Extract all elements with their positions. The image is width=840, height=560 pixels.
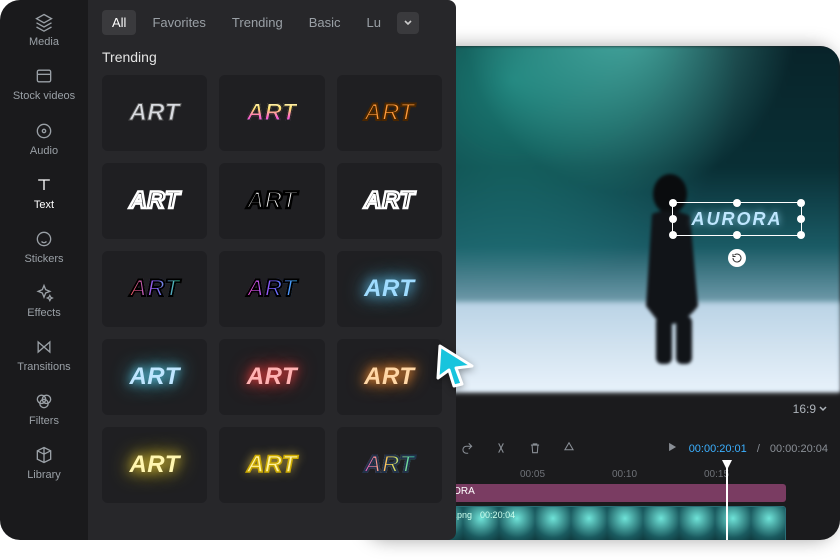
- text-style-swatch[interactable]: ART: [219, 75, 324, 151]
- text-icon: [34, 175, 54, 195]
- rotate-handle[interactable]: [728, 249, 746, 267]
- sidebar-item-label: Library: [27, 469, 61, 481]
- chevron-down-icon: [403, 18, 413, 28]
- sidebar-item-stock-videos[interactable]: Stock videos: [4, 56, 84, 111]
- split-button[interactable]: [494, 441, 508, 460]
- text-style-swatch[interactable]: ART: [337, 251, 442, 327]
- sidebar-item-label: Media: [29, 36, 59, 48]
- timeline-playhead[interactable]: [726, 462, 728, 540]
- sidebar-item-label: Text: [34, 199, 54, 211]
- text-style-swatch[interactable]: ART: [337, 75, 442, 151]
- text-overlay-bbox[interactable]: AURORA: [672, 202, 802, 236]
- timeline-video-clip[interactable]: Photo.png 00:20:04: [426, 506, 786, 540]
- layers-icon: [34, 12, 54, 32]
- timecode-sep: /: [757, 443, 760, 455]
- timeline-video-clip-duration: 00:20:04: [480, 510, 515, 520]
- text-style-swatch[interactable]: ART: [219, 427, 324, 503]
- text-style-swatch[interactable]: ART: [219, 339, 324, 415]
- sticker-icon: [34, 229, 54, 249]
- play-button[interactable]: [665, 440, 679, 457]
- sidebar-item-audio[interactable]: Audio: [4, 111, 84, 165]
- text-style-swatch[interactable]: ART: [102, 427, 207, 503]
- marker-button[interactable]: [562, 441, 576, 460]
- style-grid: ART ART ART ART ART ART ART ART ART ART …: [102, 75, 442, 503]
- resize-handle-bm[interactable]: [733, 231, 741, 239]
- film-icon: [34, 66, 54, 86]
- timeline-text-clip[interactable]: AURORA: [426, 484, 786, 502]
- sidebar-item-effects[interactable]: Effects: [4, 273, 84, 327]
- transitions-icon: [34, 337, 54, 357]
- sidebar-item-media[interactable]: Media: [4, 2, 84, 56]
- sidebar-item-label: Effects: [27, 307, 60, 319]
- ruler-mark: 00:05: [520, 469, 545, 480]
- text-style-swatch[interactable]: ART: [219, 163, 324, 239]
- text-style-swatch[interactable]: ART: [219, 251, 324, 327]
- sidebar-item-label: Audio: [30, 145, 58, 157]
- text-style-swatch[interactable]: ART: [102, 75, 207, 151]
- tab-favorites[interactable]: Favorites: [142, 10, 215, 35]
- ruler-mark: 00:10: [612, 469, 637, 480]
- delete-button[interactable]: [528, 441, 542, 460]
- aspect-ratio-label: 16:9: [793, 402, 816, 416]
- resize-handle-tm[interactable]: [733, 199, 741, 207]
- timecode-total: 00:00:20:04: [770, 443, 828, 455]
- text-style-swatch[interactable]: ART: [337, 339, 442, 415]
- resize-handle-tr[interactable]: [797, 199, 805, 207]
- resize-handle-mr[interactable]: [797, 215, 805, 223]
- filters-icon: [34, 391, 54, 411]
- text-overlay[interactable]: AURORA: [692, 209, 783, 230]
- sidebar-item-library[interactable]: Library: [4, 435, 84, 489]
- text-style-swatch[interactable]: ART: [102, 251, 207, 327]
- sidebar-item-text[interactable]: Text: [4, 165, 84, 219]
- timecode-current: 00:00:20:01: [689, 443, 747, 455]
- tab-basic[interactable]: Basic: [299, 10, 351, 35]
- text-style-swatch[interactable]: ART: [102, 339, 207, 415]
- tab-truncated[interactable]: Lu: [357, 10, 391, 35]
- sidebar-item-filters[interactable]: Filters: [4, 381, 84, 435]
- tabs-overflow-button[interactable]: [397, 12, 419, 34]
- cube-icon: [34, 445, 54, 465]
- sidebar-item-stickers[interactable]: Stickers: [4, 219, 84, 273]
- resize-handle-tl[interactable]: [669, 199, 677, 207]
- tab-trending[interactable]: Trending: [222, 10, 293, 35]
- text-style-swatch[interactable]: ART: [337, 427, 442, 503]
- redo-button[interactable]: [460, 441, 474, 460]
- sidebar-item-label: Transitions: [17, 361, 70, 373]
- tab-all[interactable]: All: [102, 10, 136, 35]
- sparkle-icon: [34, 283, 54, 303]
- resize-handle-bl[interactable]: [669, 231, 677, 239]
- resize-handle-br[interactable]: [797, 231, 805, 239]
- sidebar-item-label: Filters: [29, 415, 59, 427]
- text-style-swatch[interactable]: ART: [102, 163, 207, 239]
- text-styles-panel: All Favorites Trending Basic Lu Trending…: [88, 0, 456, 540]
- sidebar-item-transitions[interactable]: Transitions: [4, 327, 84, 381]
- sidebar-item-label: Stickers: [24, 253, 63, 265]
- sidebar-item-label: Stock videos: [13, 90, 75, 103]
- panel-tabs: All Favorites Trending Basic Lu: [102, 10, 442, 35]
- sidebar-rail: Media Stock videos Audio Text Stickers E…: [0, 0, 88, 540]
- text-style-swatch[interactable]: ART: [337, 163, 442, 239]
- disc-icon: [34, 121, 54, 141]
- section-title: Trending: [102, 49, 442, 65]
- cursor-icon: [432, 340, 480, 388]
- timeline-tracks[interactable]: AURORA Photo.png 00:20:04: [426, 484, 826, 540]
- transport-controls: 00:00:20:01 / 00:00:20:04: [665, 440, 828, 457]
- aspect-ratio-selector[interactable]: 16:9: [793, 402, 828, 416]
- chevron-down-icon: [818, 404, 828, 414]
- resize-handle-ml[interactable]: [669, 215, 677, 223]
- preview-subject: [612, 156, 722, 366]
